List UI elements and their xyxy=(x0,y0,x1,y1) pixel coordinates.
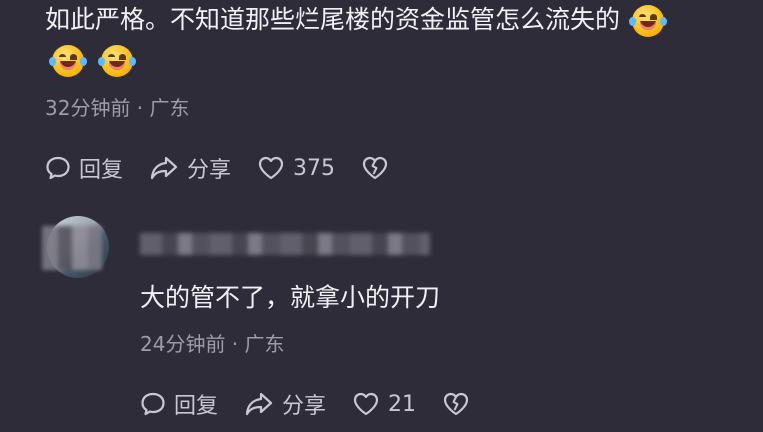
comment-text: 如此严格。不知道那些烂尾楼的资金监管怎么流失的 xyxy=(45,0,760,40)
like-button[interactable]: 375 xyxy=(257,155,335,181)
like-button[interactable]: 21 xyxy=(352,391,416,417)
comment-actions: 回复 分享 375 xyxy=(45,152,423,184)
reply-actions: 回复 分享 21 xyxy=(140,388,504,420)
reply-button[interactable]: 回复 xyxy=(140,388,218,420)
share-button[interactable]: 分享 xyxy=(244,388,326,420)
heart-icon xyxy=(258,156,284,180)
comment-text-line: 如此严格。不知道那些烂尾楼的资金监管怎么流失的 xyxy=(45,5,621,34)
reply-label: 回复 xyxy=(174,394,219,419)
laughing-emoji-icon xyxy=(628,5,667,37)
laughing-emoji-icon xyxy=(98,45,137,77)
reply-meta: 24分钟前 · 广东 xyxy=(140,332,285,356)
reply-label: 回复 xyxy=(79,158,124,183)
dislike-button[interactable] xyxy=(361,155,397,181)
broken-heart-icon xyxy=(443,392,469,416)
blurred-username[interactable] xyxy=(140,233,430,255)
laughing-emoji-icon xyxy=(49,45,87,77)
comment-meta: 32分钟前 · 广东 xyxy=(45,96,190,120)
share-arrow-icon xyxy=(245,392,273,416)
share-button[interactable]: 分享 xyxy=(149,152,231,184)
blurred-username-part xyxy=(42,226,102,270)
speech-bubble-icon xyxy=(46,156,70,180)
like-count: 21 xyxy=(388,391,417,417)
share-label: 分享 xyxy=(187,158,232,183)
reply-text: 大的管不了，就拿小的开刀 xyxy=(140,283,441,312)
speech-bubble-icon xyxy=(141,392,165,416)
broken-heart-icon xyxy=(362,156,388,180)
share-label: 分享 xyxy=(282,394,327,419)
share-arrow-icon xyxy=(150,156,178,180)
emoji-row xyxy=(49,45,137,77)
heart-icon xyxy=(353,392,379,416)
dislike-button[interactable] xyxy=(442,391,478,417)
reply-button[interactable]: 回复 xyxy=(45,152,123,184)
like-count: 375 xyxy=(293,155,336,181)
